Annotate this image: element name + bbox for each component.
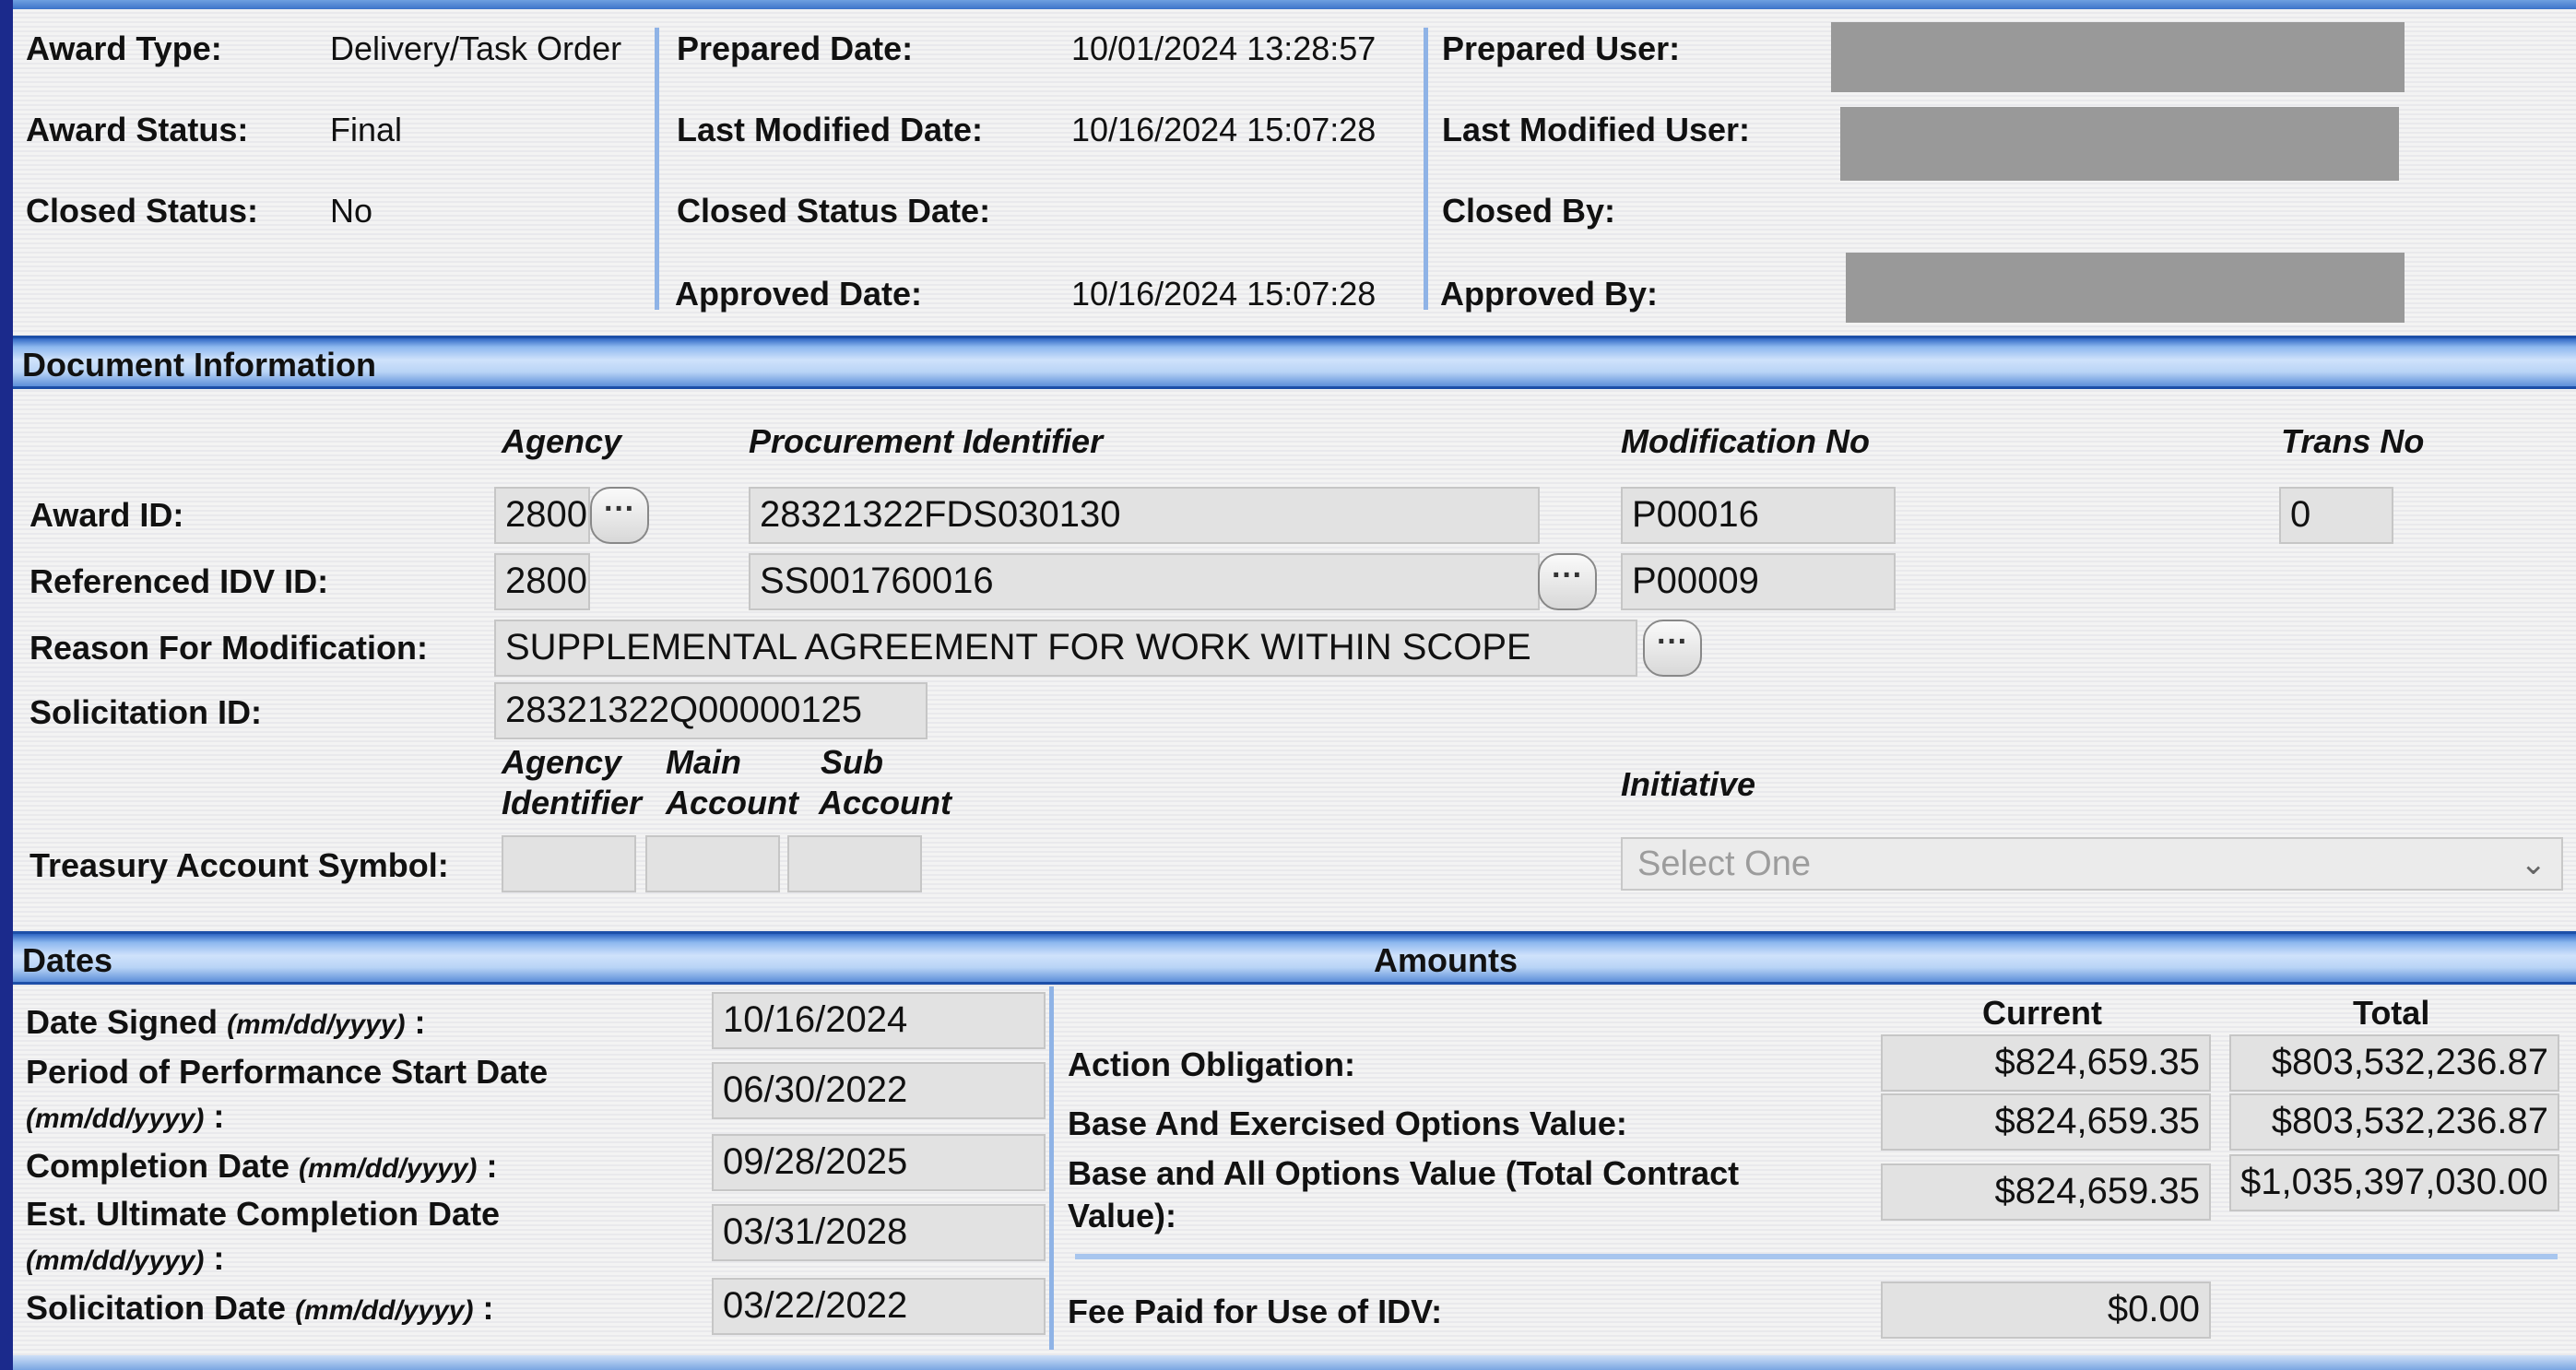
award-status-value: Final xyxy=(330,111,403,148)
award-id-procurement-field[interactable]: 28321322FDS030130 xyxy=(749,487,1540,544)
prepared-date-value: 10/01/2024 13:28:57 xyxy=(1071,30,1377,67)
referenced-idv-agency-field[interactable]: 2800 xyxy=(494,553,590,610)
award-id-trans-field[interactable]: 0 xyxy=(2279,487,2393,544)
fee-paid-current-field[interactable]: $0.00 xyxy=(1881,1281,2211,1339)
last-modified-date-label: Last Modified Date: xyxy=(677,111,984,148)
referenced-idv-modification-field[interactable]: P00009 xyxy=(1621,553,1896,610)
reason-lookup-button[interactable]: ··· xyxy=(1643,620,1702,677)
reason-for-modification-label: Reason For Modification: xyxy=(30,629,428,667)
referenced-idv-procurement-field[interactable]: SS001760016 xyxy=(749,553,1540,610)
award-id-modification-field[interactable]: P00016 xyxy=(1621,487,1896,544)
header-divider-1 xyxy=(655,28,659,310)
completion-date-field[interactable]: 09/28/2025 xyxy=(712,1134,1046,1191)
pop-start-field[interactable]: 06/30/2022 xyxy=(712,1062,1046,1119)
approved-by-label: Approved By: xyxy=(1440,275,1659,313)
closed-status-value: No xyxy=(330,192,373,230)
pop-start-label: Period of Performance Start Date xyxy=(26,1053,549,1091)
referenced-idv-label: Referenced IDV ID: xyxy=(30,562,329,600)
document-information-header: Document Information xyxy=(13,336,2576,389)
col-agency: Agency xyxy=(502,422,622,460)
prepared-date-label: Prepared Date: xyxy=(677,30,914,67)
pop-start-format-hint: (mm/dd/yyyy) : xyxy=(26,1097,225,1135)
est-ultimate-completion-label: Est. Ultimate Completion Date xyxy=(26,1195,501,1233)
date-signed-field[interactable]: 10/16/2024 xyxy=(712,992,1046,1049)
solicitation-date-field[interactable]: 03/22/2022 xyxy=(712,1278,1046,1335)
header-divider-2 xyxy=(1424,28,1428,310)
fee-paid-label: Fee Paid for Use of IDV: xyxy=(1068,1293,1443,1330)
tas-agency-identifier-head-2: Identifier xyxy=(502,784,643,821)
closed-status-date-label: Closed Status Date: xyxy=(677,192,991,230)
tas-sub-account-head-2: Account xyxy=(819,784,951,821)
closed-status-label: Closed Status: xyxy=(26,192,259,230)
window-left-border xyxy=(0,0,13,1370)
tas-sub-account-field[interactable] xyxy=(787,835,922,892)
approved-by-redacted xyxy=(1846,253,2405,323)
approved-date-value: 10/16/2024 15:07:28 xyxy=(1071,275,1377,313)
award-type-value: Delivery/Task Order xyxy=(330,30,622,67)
solicitation-id-label: Solicitation ID: xyxy=(30,693,262,731)
solicitation-id-field[interactable]: 28321322Q00000125 xyxy=(494,682,928,739)
document-information-title: Document Information xyxy=(22,346,376,384)
prepared-user-redacted xyxy=(1831,22,2405,92)
date-signed-label: Date Signed (mm/dd/yyyy) : xyxy=(26,1003,426,1041)
reason-for-modification-field[interactable]: SUPPLEMENTAL AGREEMENT FOR WORK WITHIN S… xyxy=(494,620,1637,677)
est-ultimate-completion-field[interactable]: 03/31/2028 xyxy=(712,1204,1046,1261)
dates-title: Dates xyxy=(22,941,113,979)
tas-agency-identifier-head-1: Agency xyxy=(502,743,622,781)
base-all-options-current-field[interactable]: $824,659.35 xyxy=(1881,1163,2211,1221)
prepared-user-label: Prepared User: xyxy=(1442,30,1681,67)
action-obligation-label: Action Obligation: xyxy=(1068,1045,1355,1083)
award-id-label: Award ID: xyxy=(30,496,184,534)
action-obligation-current-field[interactable]: $824,659.35 xyxy=(1881,1034,2211,1092)
referenced-idv-lookup-button[interactable]: ··· xyxy=(1538,553,1597,610)
amounts-separator xyxy=(1075,1254,2558,1259)
dates-amounts-divider xyxy=(1049,986,1054,1350)
tas-main-account-head-1: Main xyxy=(666,743,742,781)
last-modified-user-redacted xyxy=(1840,107,2399,181)
last-modified-date-value: 10/16/2024 15:07:28 xyxy=(1071,111,1377,148)
est-ultimate-format-hint: (mm/dd/yyyy) : xyxy=(26,1239,225,1277)
col-trans-no: Trans No xyxy=(2281,422,2425,460)
col-procurement-identifier: Procurement Identifier xyxy=(749,422,1104,460)
tas-main-account-head-2: Account xyxy=(666,784,798,821)
base-exercised-total-field[interactable]: $803,532,236.87 xyxy=(2229,1093,2559,1151)
col-current: Current xyxy=(1982,994,2103,1032)
tas-main-account-field[interactable] xyxy=(645,835,780,892)
last-modified-user-label: Last Modified User: xyxy=(1442,111,1751,148)
closed-by-label: Closed By: xyxy=(1442,192,1616,230)
col-total: Total xyxy=(2353,994,2430,1032)
tas-agency-identifier-field[interactable] xyxy=(502,835,636,892)
base-all-options-label-line2: Value): xyxy=(1068,1197,1177,1234)
action-obligation-total-field[interactable]: $803,532,236.87 xyxy=(2229,1034,2559,1092)
chevron-down-icon: ⌄ xyxy=(2520,846,2547,881)
treasury-account-symbol-label: Treasury Account Symbol: xyxy=(30,846,449,884)
bottom-rule xyxy=(13,1355,2576,1370)
dates-amounts-header: Dates Amounts xyxy=(13,931,2576,985)
award-id-agency-field[interactable]: 2800 xyxy=(494,487,590,544)
award-type-label: Award Type: xyxy=(26,30,222,67)
top-rule xyxy=(13,0,2576,9)
completion-date-label: Completion Date (mm/dd/yyyy) : xyxy=(26,1147,498,1185)
col-modification-no: Modification No xyxy=(1621,422,1870,460)
initiative-label: Initiative xyxy=(1621,765,1756,803)
base-exercised-label: Base And Exercised Options Value: xyxy=(1068,1104,1627,1142)
base-exercised-current-field[interactable]: $824,659.35 xyxy=(1881,1093,2211,1151)
amounts-title: Amounts xyxy=(1374,941,1518,979)
solicitation-date-label: Solicitation Date (mm/dd/yyyy) : xyxy=(26,1289,494,1327)
award-status-label: Award Status: xyxy=(26,111,249,148)
base-all-options-label-line1: Base and All Options Value (Total Contra… xyxy=(1068,1154,1740,1192)
approved-date-label: Approved Date: xyxy=(675,275,923,313)
initiative-select-value: Select One xyxy=(1637,844,1811,883)
award-id-lookup-button[interactable]: ··· xyxy=(590,487,649,544)
initiative-select[interactable]: Select One ⌄ xyxy=(1621,837,2563,891)
base-all-options-total-field[interactable]: $1,035,397,030.00 xyxy=(2229,1154,2559,1211)
tas-sub-account-head-1: Sub xyxy=(821,743,883,781)
